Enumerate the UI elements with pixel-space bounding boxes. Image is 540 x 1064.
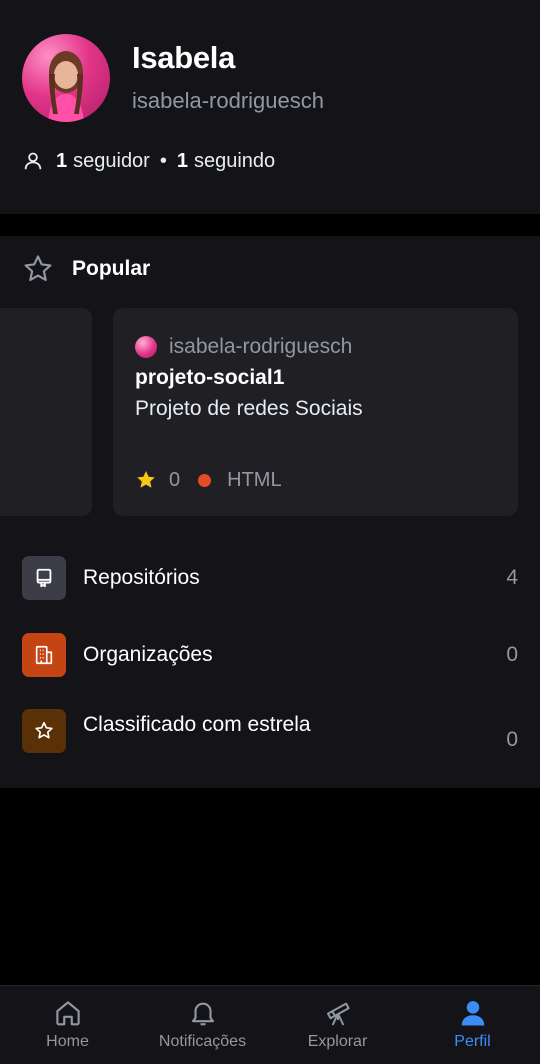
repo-meta: 0 HTML — [135, 466, 282, 494]
avatar[interactable] — [22, 34, 110, 122]
menu-item-starred[interactable]: Classificado com estrela 0 — [0, 708, 540, 772]
following-label: seguindo — [193, 149, 276, 172]
menu-count: 0 — [506, 643, 518, 666]
star-filled-icon — [135, 469, 157, 491]
menu-count: 0 — [506, 728, 518, 751]
repo-card[interactable]: isabela-rodriguesch projeto-social1 Proj… — [113, 308, 518, 516]
tab-notifications[interactable]: Notificações — [135, 986, 270, 1064]
repo-name: projeto-social1 — [135, 366, 285, 389]
separator-dot: • — [159, 149, 167, 172]
follow-stats[interactable]: 1 seguidor • 1 seguindo — [22, 146, 275, 176]
menu-label: Organizações — [83, 643, 213, 666]
bottom-tab-bar: Home Notificações Explorar Perfil — [0, 985, 540, 1064]
tab-label: Notificações — [158, 1033, 247, 1050]
popular-section: Popular isabela-rodriguesch projeto-soci… — [0, 236, 540, 788]
repo-card-partial[interactable] — [0, 308, 92, 516]
organization-icon — [22, 633, 66, 677]
menu-item-repositories[interactable]: Repositórios 4 — [0, 554, 540, 602]
telescope-icon — [323, 998, 353, 1028]
repo-owner-login: isabela-rodriguesch — [169, 335, 353, 358]
bell-icon — [188, 998, 218, 1028]
repo-description: Projeto de redes Sociais — [135, 397, 363, 420]
owner-avatar — [135, 336, 157, 358]
tab-home[interactable]: Home — [0, 986, 135, 1064]
repo-icon — [22, 556, 66, 600]
menu-label: Classificado com estrela — [83, 713, 311, 736]
menu-item-organizations[interactable]: Organizações 0 — [0, 631, 540, 679]
star-icon — [22, 709, 66, 753]
tab-explore[interactable]: Explorar — [270, 986, 405, 1064]
menu-label: Repositórios — [83, 566, 200, 589]
profile-name: Isabela — [132, 40, 236, 75]
repo-stars: 0 — [169, 468, 181, 491]
person-icon — [458, 998, 488, 1028]
person-icon — [22, 150, 44, 172]
menu-count: 4 — [506, 566, 518, 589]
home-icon — [53, 998, 83, 1028]
popular-title: Popular — [72, 257, 151, 280]
followers-count: 1 — [56, 149, 68, 172]
repo-owner: isabela-rodriguesch — [135, 334, 352, 360]
following-count: 1 — [176, 149, 188, 172]
star-outline-icon — [22, 253, 54, 285]
avatar-image — [48, 51, 84, 122]
tab-label: Home — [46, 1033, 89, 1050]
language-color-dot — [198, 473, 212, 487]
tab-profile[interactable]: Perfil — [405, 986, 540, 1064]
profile-login: isabela-rodriguesch — [132, 88, 324, 113]
followers-label: seguidor — [73, 149, 150, 172]
profile-header: Isabela isabela-rodriguesch 1 seguidor •… — [0, 0, 540, 214]
tab-label: Explorar — [307, 1033, 368, 1050]
popular-header: Popular — [22, 252, 150, 286]
repo-language: HTML — [227, 468, 282, 491]
tab-label: Perfil — [454, 1033, 491, 1050]
